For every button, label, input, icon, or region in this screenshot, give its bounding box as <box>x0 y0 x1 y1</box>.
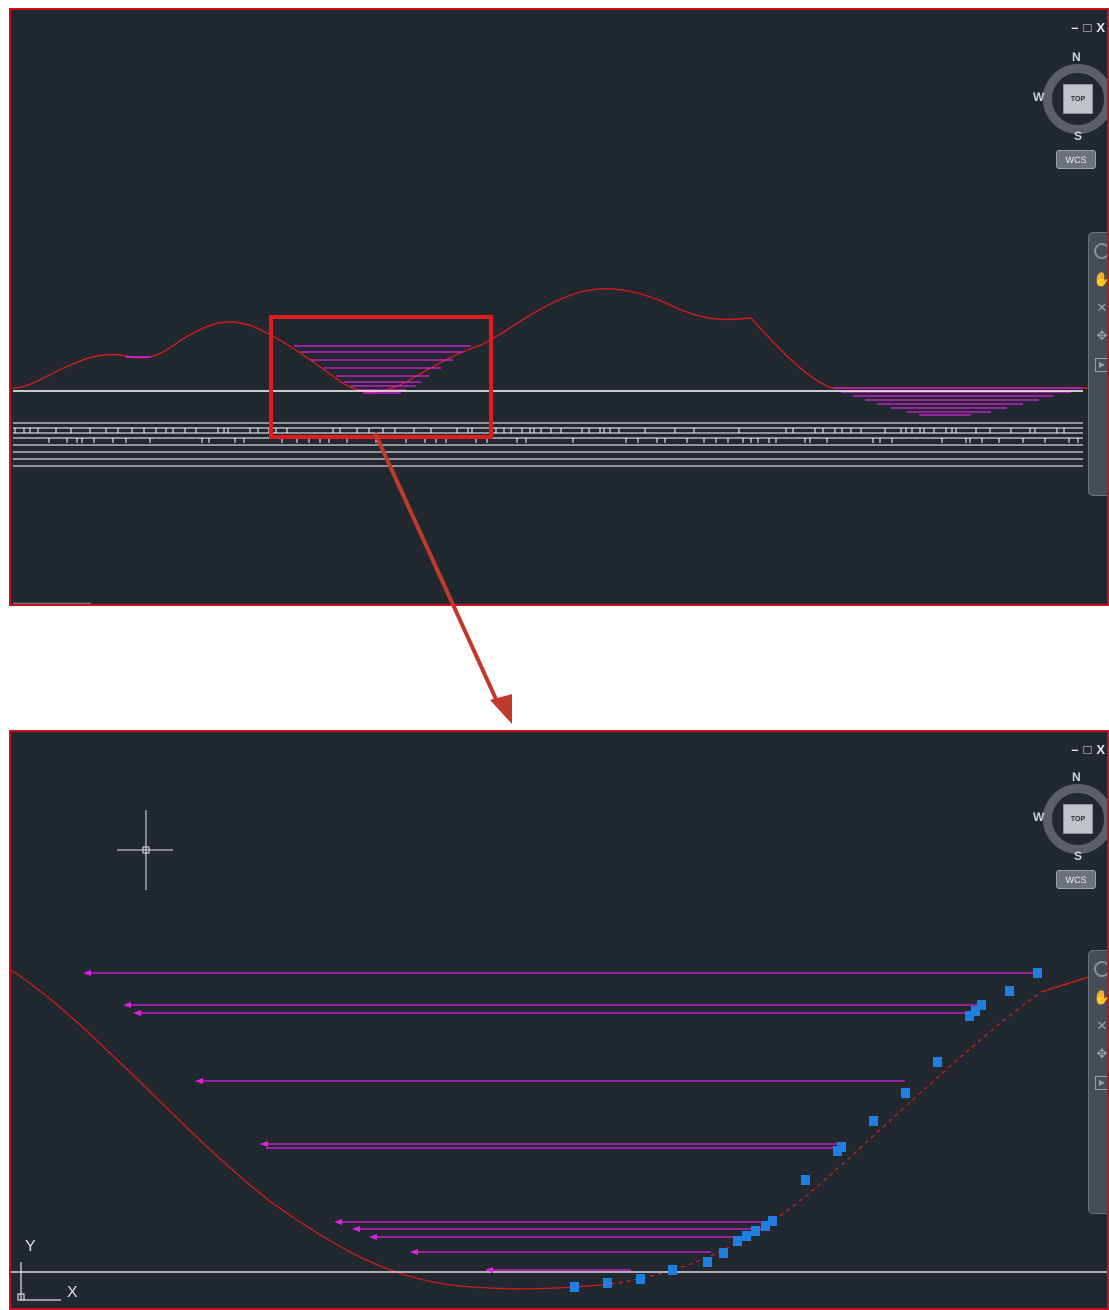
viewcube[interactable]: TOP N S W E WCS <box>1033 50 1107 170</box>
minimize-icon[interactable]: – <box>1071 20 1080 35</box>
compass-west[interactable]: W <box>1033 810 1044 824</box>
drawing-canvas-overview[interactable] <box>11 10 1109 606</box>
drawing-canvas-zoomed[interactable] <box>11 732 1109 1310</box>
restore-icon[interactable]: □ <box>1083 20 1093 35</box>
viewcube-face[interactable]: TOP <box>1063 804 1093 834</box>
compass-west[interactable]: W <box>1033 90 1044 104</box>
hatch-lines-left-basin <box>294 345 471 394</box>
zoom-icon[interactable]: ✕ <box>1089 300 1107 316</box>
ucs-y-label: Y <box>25 1238 36 1255</box>
navigation-bar: ✋ ✕ ✥ ▶ <box>1088 232 1107 496</box>
wcs-label: WCS <box>1065 874 1087 885</box>
showmotion-icon[interactable]: ▶ <box>1095 1076 1107 1090</box>
orbit-icon[interactable]: ✥ <box>1089 328 1107 344</box>
ucs-icon <box>17 1262 61 1301</box>
window-controls-zoomed: – □ X <box>1068 742 1107 757</box>
model-viewport-overview[interactable]: –□X TOP N S W E WCS ✋ ✕ ✥ ▶ <box>9 8 1109 606</box>
compass-south[interactable]: S <box>1074 129 1082 143</box>
orbit-icon[interactable]: ✥ <box>1089 1046 1107 1062</box>
restore-icon[interactable]: □ <box>1083 742 1093 757</box>
minimize-icon[interactable]: – <box>1071 742 1080 757</box>
pan-hand-icon[interactable]: ✋ <box>1089 271 1107 288</box>
hatch-arrowheads <box>83 970 493 1273</box>
crosshair-cursor-icon <box>117 810 173 890</box>
pan-hand-icon[interactable]: ✋ <box>1089 989 1107 1006</box>
close-icon[interactable]: X <box>1096 20 1107 35</box>
ucs-x-label: X <box>67 1284 78 1301</box>
grip-points <box>570 968 1042 1292</box>
hatch-lines-right-basin <box>833 387 1083 416</box>
navigation-bar-zoomed: ✋ ✕ ✥ ▶ <box>1088 950 1107 1214</box>
hatch-lines-zoomed <box>87 972 1037 1271</box>
showmotion-icon[interactable]: ▶ <box>1095 358 1107 372</box>
terrain-profile-curve <box>11 969 612 1290</box>
zoom-window-rectangle <box>269 315 493 439</box>
model-viewport-zoomed[interactable]: Y X –□X TOP N S W E WCS ✋ ✕ ✥ ▶ <box>9 730 1109 1310</box>
terrain-profile-line <box>12 288 1106 393</box>
viewcube-face[interactable]: TOP <box>1063 84 1093 114</box>
compass-north[interactable]: N <box>1072 50 1081 64</box>
compass-south[interactable]: S <box>1074 849 1082 863</box>
zoom-icon[interactable]: ✕ <box>1089 1018 1107 1034</box>
wcs-menu[interactable]: WCS <box>1056 870 1096 889</box>
wcs-menu[interactable]: WCS <box>1056 150 1096 169</box>
steering-wheel-icon[interactable] <box>1094 243 1107 259</box>
window-controls: – □ X <box>1068 20 1107 35</box>
viewcube-zoomed[interactable]: TOP N S W E WCS <box>1033 770 1107 890</box>
wcs-label: WCS <box>1065 154 1087 165</box>
station-tick-marks <box>14 428 1079 443</box>
compass-north[interactable]: N <box>1072 770 1081 784</box>
close-icon[interactable]: X <box>1096 742 1107 757</box>
steering-wheel-icon[interactable] <box>1094 961 1107 977</box>
